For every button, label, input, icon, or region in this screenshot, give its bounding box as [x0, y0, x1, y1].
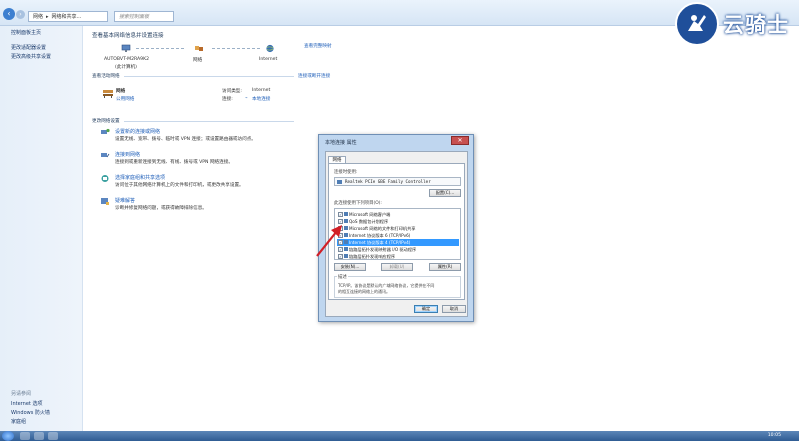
- list-item-label: Internet 协议版本 6 (TCP/IPv6): [349, 233, 411, 238]
- task-troubleshoot-link[interactable]: 疑难解答: [115, 197, 135, 204]
- component-icon: [344, 212, 348, 216]
- see-also-heading: 另请参阅: [11, 391, 32, 397]
- checkbox[interactable]: [338, 211, 343, 218]
- list-item[interactable]: Internet 协议版本 6 (TCP/IPv6): [337, 232, 459, 239]
- access-type-value: Internet: [252, 88, 271, 93]
- clock[interactable]: 10:05: [768, 432, 781, 440]
- control-panel-home-link[interactable]: 控制面板主页: [11, 29, 41, 36]
- connect-disconnect-link[interactable]: 连接或断开连接: [298, 73, 330, 79]
- troubleshoot-icon: [100, 197, 110, 206]
- taskbar-app-icon[interactable]: [48, 432, 58, 440]
- network-name: 网络: [116, 89, 126, 94]
- homegroup-link[interactable]: 家庭组: [11, 418, 26, 425]
- connection-icon: ⌁: [245, 96, 248, 101]
- list-item[interactable]: Internet 协议版本 4 (TCP/IPv4): [337, 239, 459, 246]
- map-node-network-label: 网络: [193, 58, 203, 63]
- list-item[interactable]: QoS 数据包计划程序: [337, 218, 459, 225]
- description-heading: 描述: [337, 274, 348, 280]
- adapter-icon: [337, 180, 342, 184]
- map-node-internet-label: Internet: [259, 57, 278, 62]
- list-item-label: Microsoft 网络客户端: [349, 212, 391, 217]
- change-settings-heading: 更改网络设置: [92, 119, 120, 124]
- task-homegroup-link[interactable]: 选择家庭组和共享选项: [115, 174, 165, 181]
- forward-icon[interactable]: ›: [16, 10, 25, 19]
- map-node-computer-label: AUTOBVT-M2RA9K2: [104, 57, 150, 62]
- divider: [124, 121, 294, 122]
- list-item-label: 链路层拓扑发现映射器 I/O 驱动程序: [349, 247, 417, 252]
- task-homegroup-desc: 访问位于其他网络计算机上的文件和打印机，或更改共享设置。: [115, 183, 244, 188]
- description-group: 描述 TCP/IP。该协议是默认的广域网络协议，它提供在不同 的相互连接的网络上…: [334, 274, 461, 298]
- connect-network-icon: [100, 151, 110, 160]
- list-item-label: 链路层拓扑发现响应程序: [349, 254, 396, 259]
- install-button[interactable]: 安装(N)...: [334, 263, 366, 271]
- start-button-icon[interactable]: [2, 431, 14, 441]
- back-icon[interactable]: ‹: [3, 8, 15, 20]
- network-icon: [194, 44, 204, 53]
- search-input[interactable]: 搜索控制面板: [114, 11, 174, 22]
- tab-panel: 连接时使用: Realtek PCIe GBE Family Controlle…: [328, 163, 465, 300]
- close-icon[interactable]: ✕: [451, 136, 469, 145]
- cancel-button[interactable]: 取消: [442, 305, 466, 313]
- breadcrumb-item[interactable]: 网络: [33, 13, 43, 20]
- dialog-body: 网络 连接时使用: Realtek PCIe GBE Family Contro…: [325, 151, 468, 317]
- dialog-title: 本地连接 属性: [325, 140, 357, 146]
- breadcrumb-separator: ▸: [46, 13, 49, 20]
- left-pane: 控制面板主页 更改适配器设置 更改高级共享设置 另请参阅 Internet 选项…: [0, 26, 83, 431]
- change-advanced-sharing-link[interactable]: 更改高级共享设置: [11, 53, 51, 60]
- list-item-label: Internet 协议版本 4 (TCP/IPv4): [349, 240, 411, 245]
- task-connect-network-desc: 连接到或重新连接到无线、有线、拨号或 VPN 网络连接。: [115, 160, 233, 165]
- breadcrumb[interactable]: 网络 ▸ 网络和共享...: [28, 11, 108, 22]
- adapter-name: Realtek PCIe GBE Family Controller: [345, 179, 431, 184]
- taskbar: 10:05: [0, 431, 799, 441]
- ok-button[interactable]: 确定: [414, 305, 438, 313]
- items-label: 此连接使用下列项目(O):: [334, 201, 382, 206]
- homegroup-icon: [100, 174, 110, 183]
- properties-button[interactable]: 属性(R): [429, 263, 461, 271]
- access-type-label: 访问类型:: [222, 89, 242, 94]
- see-full-map-link[interactable]: 查看完整映射: [304, 43, 332, 49]
- map-node-computer-sub: (此计算机): [115, 65, 137, 70]
- globe-icon: [265, 44, 275, 53]
- list-item[interactable]: Microsoft 网络客户端: [337, 211, 459, 218]
- list-item[interactable]: 链路层拓扑发现映射器 I/O 驱动程序: [337, 246, 459, 253]
- adapter-field: Realtek PCIe GBE Family Controller: [334, 177, 461, 186]
- network-type-link[interactable]: 公用网络: [116, 96, 134, 102]
- configure-button[interactable]: 配置(C)...: [429, 189, 461, 197]
- page-title: 查看基本网络信息并设置连接: [92, 33, 164, 39]
- list-item[interactable]: 链路层拓扑发现响应程序: [337, 253, 459, 260]
- list-item-label: Microsoft 网络的文件和打印机共享: [349, 226, 416, 231]
- connections-label: 连接:: [222, 97, 233, 102]
- map-connector: [136, 48, 184, 49]
- bench-icon: [102, 88, 114, 98]
- taskbar-app-icon[interactable]: [34, 432, 44, 440]
- task-connect-network-link[interactable]: 连接到网络: [115, 151, 140, 158]
- taskbar-app-icon[interactable]: [20, 432, 30, 440]
- description-text-line-2: 的相互连接的网络上的通讯。: [338, 289, 390, 294]
- annotation-arrow-icon: [316, 225, 342, 257]
- new-connection-icon: [100, 128, 110, 137]
- divider: [124, 76, 294, 77]
- task-troubleshoot-desc: 诊断并修复网络问题，或获得故障排除信息。: [115, 206, 207, 211]
- map-connector: [212, 48, 260, 49]
- connect-using-label: 连接时使用:: [334, 170, 358, 175]
- items-list[interactable]: Microsoft 网络客户端 QoS 数据包计划程序 Microsoft 网络的文…: [334, 208, 461, 260]
- uninstall-button[interactable]: 卸载(U): [381, 263, 413, 271]
- computer-icon: [121, 44, 131, 53]
- windows-firewall-link[interactable]: Windows 防火墙: [11, 409, 50, 416]
- list-item[interactable]: Microsoft 网络的文件和打印机共享: [337, 225, 459, 232]
- task-setup-connection-desc: 设置无线、宽带、拨号、临时或 VPN 连接；或设置路由器或访问点。: [115, 137, 256, 142]
- list-item-label: QoS 数据包计划程序: [349, 219, 389, 224]
- active-networks-heading: 查看活动网络: [92, 74, 120, 79]
- internet-options-link[interactable]: Internet 选项: [11, 400, 42, 407]
- breadcrumb-item[interactable]: 网络和共享...: [52, 13, 82, 20]
- task-setup-connection-link[interactable]: 设置新的连接或网络: [115, 128, 160, 135]
- local-connection-link[interactable]: 本地连接: [252, 96, 270, 102]
- change-adapter-settings-link[interactable]: 更改适配器设置: [11, 44, 46, 51]
